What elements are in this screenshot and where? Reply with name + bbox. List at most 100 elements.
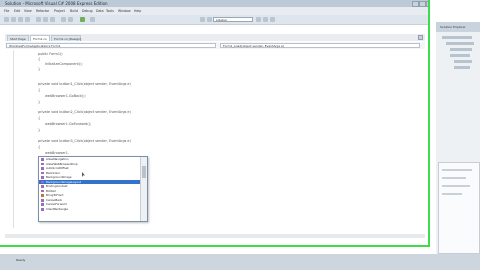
menu-edit[interactable]: Edit <box>14 9 20 13</box>
navigation-bar: WindowsFormsApplication1.Form1 Form1_Loa… <box>5 42 425 49</box>
menu-build[interactable]: Build <box>70 9 78 13</box>
save-all-icon[interactable] <box>25 17 30 22</box>
property-icon <box>41 171 44 175</box>
property-icon <box>41 180 44 184</box>
code-line: } <box>38 67 41 71</box>
start-debugging-icon[interactable] <box>80 17 85 22</box>
menu-tools[interactable]: Tools <box>106 9 114 13</box>
tree-item[interactable] <box>454 60 472 63</box>
properties-icon[interactable] <box>263 17 268 22</box>
pane-title: Solution Explorer <box>440 25 466 29</box>
menu-view[interactable]: View <box>24 9 32 13</box>
code-line: { <box>38 116 41 120</box>
intellisense-item-label: CanGoBack <box>46 197 63 202</box>
menu-file[interactable]: File <box>4 9 9 13</box>
intellisense-item-label: BindingContext <box>46 184 68 189</box>
tree-item[interactable] <box>450 54 470 57</box>
close-tab-icon[interactable] <box>418 35 423 40</box>
menu-window[interactable]: Window <box>118 9 131 13</box>
redo-icon[interactable] <box>68 17 73 22</box>
property-icon <box>41 162 44 166</box>
find-combo-icon[interactable] <box>207 17 212 22</box>
intellisense-item[interactable]: ClientRectangle <box>39 207 140 212</box>
new-project-icon[interactable] <box>4 17 9 22</box>
code-line: private void button3_Click(object sender… <box>38 139 131 143</box>
menu-project[interactable]: Project <box>54 9 65 13</box>
member-dropdown[interactable]: Form1_Load(object sender, EventArgs e) <box>220 43 420 48</box>
menu-data[interactable]: Data <box>96 9 104 13</box>
intellisense-item-label: BackColor <box>46 170 61 175</box>
intellisense-item-label: ClientRectangle <box>46 207 69 212</box>
paste-icon[interactable] <box>50 17 55 22</box>
undo-icon[interactable] <box>61 17 66 22</box>
code-line: { <box>38 145 41 149</box>
find-in-files-icon[interactable] <box>200 17 205 22</box>
tab-form1-cs[interactable]: Form1.cs <box>30 35 50 41</box>
code-line: { <box>38 88 41 92</box>
property-icon <box>41 198 44 202</box>
property-row[interactable] <box>442 169 472 171</box>
property-icon <box>41 158 44 161</box>
type-dropdown[interactable]: WindowsFormsApplication1.Form1 <box>6 43 216 48</box>
property-icon <box>41 176 44 179</box>
method-icon <box>41 194 44 197</box>
tree-item[interactable] <box>450 48 472 51</box>
intellisense-item-label: BackgroundImageLayout <box>46 179 81 184</box>
solution-explorer-icon[interactable] <box>256 17 261 22</box>
solution-explorer-pane: Solution Explorer <box>436 22 480 254</box>
menu-help[interactable]: Help <box>134 9 141 13</box>
property-icon <box>41 208 44 211</box>
window-title: Solution - Microsoft Visual C# 2008 Expr… <box>5 1 108 6</box>
pane-header: Solution Explorer <box>436 22 480 32</box>
code-line: { <box>38 57 41 61</box>
scroll-thumb[interactable] <box>142 166 146 178</box>
intellisense-popup: AllowNavigation AllowWebBrowserDrop Auto… <box>38 156 148 222</box>
intellisense-item-label: BackgroundImage <box>46 175 72 180</box>
property-icon <box>41 203 44 207</box>
document-tabs: Start Page Form1.cs Form1.cs [Design] <box>5 34 425 41</box>
find-input[interactable]: sidebar <box>213 17 253 22</box>
code-line: webBrowser1.GoBack(); <box>45 94 86 98</box>
property-icon <box>41 167 44 170</box>
toolbar: sidebar <box>0 15 430 25</box>
find-icon[interactable] <box>90 17 95 22</box>
tab-start-page[interactable]: Start Page <box>7 35 29 41</box>
code-line: private void button2_Click(object sender… <box>38 110 131 114</box>
intellisense-item-label: Bottom <box>46 188 57 193</box>
save-icon[interactable] <box>18 17 23 22</box>
menu-debug[interactable]: Debug <box>82 9 92 13</box>
properties-panel <box>438 162 480 254</box>
intellisense-item-label: AutoScrollOffset <box>46 166 69 171</box>
code-line: InitializeComponent(); <box>45 62 83 66</box>
intellisense-list: AllowNavigation AllowWebBrowserDrop Auto… <box>39 157 140 212</box>
code-line: webBrowser1.GoForward(); <box>45 122 92 126</box>
code-line: } <box>38 128 41 132</box>
status-bar: Ready <box>0 254 480 270</box>
intellisense-item-label: AllowNavigation <box>46 157 69 161</box>
status-text: Ready <box>16 258 26 262</box>
editor-gutter <box>5 50 14 228</box>
property-row[interactable] <box>442 185 470 187</box>
intellisense-scrollbar[interactable] <box>140 157 147 221</box>
tree-item[interactable] <box>442 36 472 39</box>
property-row[interactable] <box>442 193 462 195</box>
tree-item[interactable] <box>446 42 474 45</box>
code-line: public Form1() <box>38 52 63 56</box>
code-line: webBrowser1. <box>45 151 69 155</box>
tree-item[interactable] <box>454 66 470 69</box>
horizontal-scrollbar[interactable] <box>5 234 425 238</box>
copy-icon[interactable] <box>43 17 48 22</box>
property-icon <box>41 189 44 193</box>
property-row[interactable] <box>442 177 466 179</box>
menu-bar: File Edit View Refactor Project Build De… <box>0 7 430 15</box>
cut-icon[interactable] <box>36 17 41 22</box>
property-icon <box>41 185 44 188</box>
intellisense-item-label: BringToFront <box>46 193 64 198</box>
toolbox-icon[interactable] <box>270 17 275 22</box>
menu-refactor[interactable]: Refactor <box>36 9 49 13</box>
code-line: } <box>38 100 41 104</box>
intellisense-item-label: AllowWebBrowserDrop <box>46 161 78 166</box>
title-bar: Solution - Microsoft Visual C# 2008 Expr… <box>0 0 430 7</box>
open-icon[interactable] <box>11 17 16 22</box>
tab-form1-design[interactable]: Form1.cs [Design] <box>51 35 81 41</box>
